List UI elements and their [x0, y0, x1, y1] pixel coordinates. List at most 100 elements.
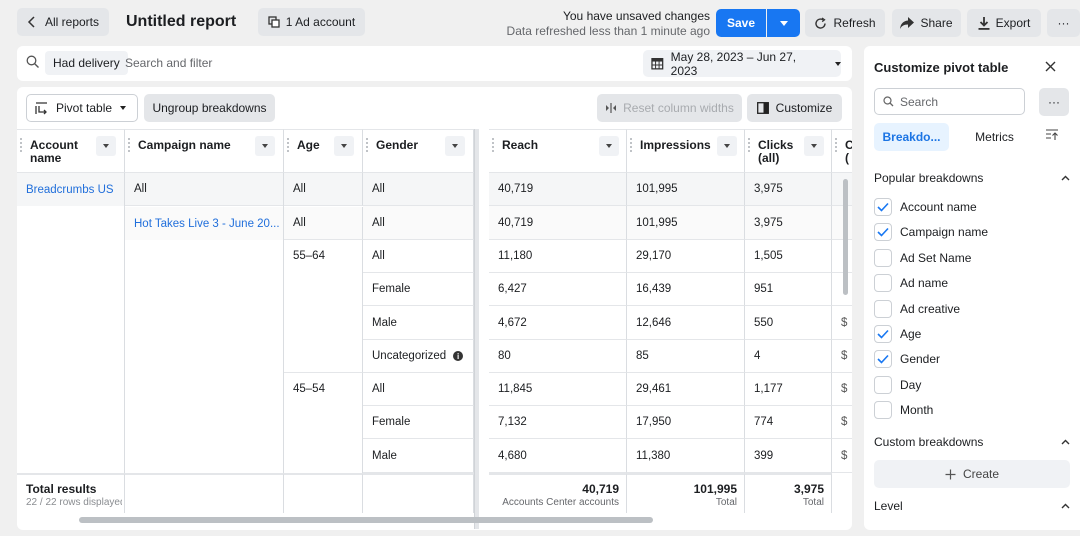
total-clicks-sub: Total [802, 497, 824, 508]
ungroup-breakdowns-button[interactable]: Ungroup breakdowns [144, 94, 275, 122]
view-type-select[interactable]: Pivot table [26, 94, 138, 122]
column-header-clicks[interactable]: Clicks (all) [745, 129, 832, 173]
column-menu-button[interactable] [599, 136, 619, 156]
custom-breakdowns-section[interactable]: Custom breakdowns [874, 435, 1070, 449]
breakdown-option[interactable]: Ad Set Name [874, 248, 971, 267]
customize-button[interactable]: Customize [747, 94, 842, 122]
reach-cell: 4,680 [489, 439, 627, 473]
export-button[interactable]: Export [967, 9, 1041, 37]
breakdown-option[interactable]: Gender [874, 350, 940, 369]
column-header-impressions[interactable]: Impressions [627, 129, 745, 173]
clicks-cell: 550 [745, 306, 832, 340]
column-menu-button[interactable] [717, 136, 737, 156]
checkbox[interactable] [874, 299, 892, 318]
breakdown-option[interactable]: Ad creative [874, 299, 960, 318]
gender-cell: Male [363, 439, 474, 473]
column-header-label: Account name [30, 138, 78, 165]
sort-order-icon[interactable] [1045, 129, 1059, 141]
column-header-next[interactable]: C ( [832, 129, 852, 173]
chevron-up-icon [1061, 439, 1070, 445]
breakdown-label: Campaign name [900, 225, 989, 240]
ad-account-button[interactable]: 1 Ad account [258, 8, 365, 36]
pivot-table: Account name Campaign name Age Gender Re… [17, 129, 852, 529]
all-reports-button[interactable]: All reports [17, 8, 109, 36]
column-header-gender[interactable]: Gender [363, 129, 474, 173]
column-header-campaign-name[interactable]: Campaign name [125, 129, 284, 173]
checkbox[interactable] [874, 248, 892, 267]
all-reports-label: All reports [44, 15, 100, 29]
breakdown-option[interactable]: Age [874, 325, 921, 343]
refresh-button[interactable]: Refresh [805, 9, 885, 37]
frozen-column-splitter[interactable] [474, 129, 479, 529]
column-menu-button[interactable] [804, 136, 824, 156]
info-icon[interactable]: i [453, 351, 464, 361]
panel-more-button[interactable]: ··· [1039, 88, 1069, 116]
date-range-picker[interactable]: May 28, 2023 – Jun 27, 2023 [643, 50, 841, 78]
total-empty-cell [363, 473, 474, 513]
tab-breakdowns[interactable]: Breakdo... [874, 123, 949, 151]
column-drag-handle[interactable] [128, 138, 130, 152]
total-reach-sub: Accounts Center accounts [502, 497, 619, 508]
column-drag-handle[interactable] [20, 138, 22, 152]
checkbox[interactable] [874, 401, 892, 420]
rows-displayed-text: 22 / 22 rows displayed [26, 497, 122, 508]
campaign-name-link[interactable]: Hot Takes Live 3 - June 20... [125, 207, 284, 240]
level-section[interactable]: Level [874, 499, 1070, 513]
breakdown-option[interactable]: Month [874, 401, 933, 420]
had-delivery-filter-chip[interactable]: Had delivery [45, 51, 128, 75]
tab-metrics[interactable]: Metrics [962, 123, 1027, 151]
column-menu-button[interactable] [334, 136, 354, 156]
reach-cell: 6,427 [489, 273, 627, 306]
search-icon [26, 55, 39, 68]
ad-account-label: 1 Ad account [285, 15, 356, 29]
column-header-age[interactable]: Age [284, 129, 363, 173]
age-cell: All [284, 207, 363, 240]
close-panel-button[interactable] [1040, 56, 1060, 76]
create-custom-breakdown-button[interactable]: Create [874, 460, 1070, 488]
search-filter-input[interactable] [125, 51, 425, 75]
share-button[interactable]: Share [892, 9, 961, 37]
close-icon [1045, 61, 1055, 71]
gender-cell: Male [363, 306, 474, 340]
breakdown-option[interactable]: Day [874, 375, 921, 394]
caret-down-icon [811, 144, 817, 148]
column-header-account-name[interactable]: Account name [17, 129, 125, 173]
column-menu-button[interactable] [445, 136, 465, 156]
gender-cell: All [363, 173, 474, 206]
column-drag-handle[interactable] [835, 138, 837, 152]
reset-column-widths-button[interactable]: Reset column widths [597, 94, 742, 122]
panel-search-input[interactable] [900, 94, 1010, 109]
checkbox[interactable] [874, 274, 892, 293]
checkbox[interactable] [874, 223, 892, 242]
save-button[interactable]: Save [716, 9, 766, 37]
horizontal-scrollbar[interactable] [79, 517, 653, 523]
account-name-link[interactable]: Breadcrumbs US [17, 173, 125, 206]
column-header-label: C ( [845, 138, 852, 165]
reset-column-widths-label: Reset column widths [623, 101, 734, 115]
save-dropdown-button[interactable] [767, 9, 800, 37]
checkbox[interactable] [874, 375, 892, 394]
column-drag-handle[interactable] [366, 138, 368, 152]
column-drag-handle[interactable] [748, 138, 750, 152]
column-drag-handle[interactable] [287, 138, 289, 152]
checkbox[interactable] [874, 198, 892, 216]
vertical-scrollbar[interactable] [843, 179, 848, 295]
breakdown-option[interactable]: Ad name [874, 274, 949, 293]
column-menu-button[interactable] [96, 136, 116, 156]
column-header-reach[interactable]: Reach [489, 129, 627, 173]
more-options-button[interactable]: ··· [1047, 9, 1080, 37]
next-cell: $ [832, 306, 852, 340]
column-drag-handle[interactable] [492, 138, 494, 152]
gender-value: All [372, 383, 385, 395]
panel-icon [756, 102, 769, 114]
column-drag-handle[interactable] [630, 138, 632, 152]
breakdown-label: Ad name [900, 276, 949, 291]
panel-search-field[interactable] [874, 88, 1025, 115]
age-cell: 55–64 [284, 240, 363, 373]
checkbox[interactable] [874, 350, 892, 369]
checkbox[interactable] [874, 325, 892, 343]
popular-breakdowns-section[interactable]: Popular breakdowns [874, 171, 1070, 185]
breakdown-option[interactable]: Account name [874, 198, 977, 216]
breakdown-option[interactable]: Campaign name [874, 223, 989, 242]
column-menu-button[interactable] [255, 136, 275, 156]
